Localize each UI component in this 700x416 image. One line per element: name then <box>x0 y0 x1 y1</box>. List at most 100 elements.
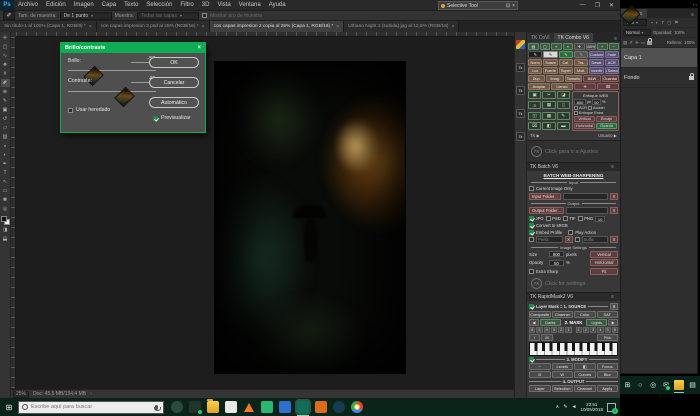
eyedropper-tool-icon[interactable]: ✐ <box>3 11 15 20</box>
layer-op-button[interactable]: ▩ <box>542 112 555 120</box>
tool-button[interactable]: ▭ <box>1 187 10 195</box>
zone-button[interactable]: 6 <box>529 327 535 333</box>
combo-button[interactable]: Fade <box>605 51 619 58</box>
combo-button[interactable]: Acoplar <box>528 83 550 90</box>
cancel-button[interactable]: Cancelar <box>149 77 199 88</box>
combo-button[interactable]: Fuerte <box>543 67 557 74</box>
lock-all-icon[interactable] <box>647 41 652 45</box>
menu-item[interactable]: Imagen <box>70 0 98 10</box>
modify-button[interactable]: Curves <box>574 371 596 378</box>
format-checkbox[interactable] <box>529 216 534 221</box>
combo-button[interactable]: Suave <box>543 59 557 66</box>
menu-item[interactable]: Archivo <box>14 0 42 10</box>
jpg-quality-field[interactable]: 10 <box>595 216 605 222</box>
notification-center-icon[interactable]: 1 <box>607 403 616 412</box>
clear-prefix-button[interactable]: X <box>565 236 573 243</box>
taskbar-app-icon[interactable] <box>297 401 309 413</box>
vertical-button[interactable]: Vertical <box>590 251 618 258</box>
format-checkbox[interactable] <box>578 216 583 221</box>
tool-button[interactable]: ✒ <box>1 160 10 168</box>
tool-button[interactable]: ✐ <box>1 79 10 87</box>
layer-op-button[interactable]: ≡ <box>528 101 541 109</box>
tool-button[interactable]: ↺ <box>1 115 10 123</box>
screen-mode-button[interactable]: ⬓ <box>1 235 10 243</box>
opacity-value[interactable]: 100% <box>674 30 685 35</box>
tk-panel-icon[interactable]: Tk <box>516 86 525 95</box>
horizontal-button[interactable]: Horizontal <box>574 123 595 129</box>
tool-button[interactable]: ✎ <box>1 97 10 105</box>
zone-button[interactable]: 5 <box>605 327 611 333</box>
tab-tk-combo[interactable]: TK Combo V6 <box>554 33 593 42</box>
fit-button[interactable]: Fit <box>590 268 618 275</box>
taskbar-icon[interactable]: ✉ <box>662 379 671 391</box>
lock-option-icon[interactable]: ▭ <box>641 40 645 46</box>
combo-button[interactable]: Dup. <box>528 75 545 82</box>
modify-button[interactable]: B <box>529 371 551 378</box>
lights-button[interactable]: Lights <box>586 319 607 326</box>
hidden-icons-chevron[interactable]: ∧ <box>556 404 560 410</box>
lock-option-icon[interactable]: ✛ <box>635 40 639 46</box>
save-button[interactable]: Guarda <box>596 123 617 129</box>
foreground-color-swatch[interactable] <box>1 216 7 222</box>
combo-button[interactable]: Guardar <box>602 75 619 82</box>
panel-menu-icon[interactable]: ≡ <box>608 164 617 170</box>
clock[interactable]: 23:51 10/05/2018 <box>580 402 603 412</box>
lock-option-icon[interactable]: ▨ <box>623 40 627 46</box>
zone-button[interactable]: 6 <box>612 327 618 333</box>
tool-button[interactable]: ❖ <box>1 61 10 69</box>
taskbar-app-icon[interactable] <box>207 401 219 413</box>
combo-button[interactable]: Imag. <box>546 75 563 82</box>
zone-button[interactable]: 5 <box>536 327 542 333</box>
extra-sharp-checkbox[interactable] <box>529 269 534 274</box>
start-button[interactable]: ⊞ <box>0 398 18 416</box>
microphone-icon[interactable] <box>155 405 158 410</box>
preview-checkbox[interactable] <box>153 116 158 121</box>
taskbar-icon[interactable]: ○ <box>636 379 645 391</box>
close-icon[interactable]: × <box>197 45 201 51</box>
tool-button[interactable]: ↖ <box>1 178 10 186</box>
output-folder-button[interactable]: Output Folder... <box>529 207 564 214</box>
output-button[interactable]: Selection <box>552 385 574 392</box>
modify-button[interactable]: W <box>552 371 574 378</box>
layer-op-button[interactable]: ▦ <box>542 101 555 109</box>
combo-button[interactable]: ✎ <box>528 51 542 58</box>
zone-button[interactable]: 3 <box>590 327 596 333</box>
clear-input-button[interactable]: X <box>610 193 618 200</box>
combo-button[interactable]: « <box>551 43 562 50</box>
go-to-adjustments-bar[interactable]: TK Click para ir a Ajustes <box>527 140 620 162</box>
canvas-photo[interactable] <box>215 62 405 373</box>
tool-button[interactable]: T <box>1 169 10 177</box>
suffix-checkbox[interactable] <box>575 237 580 242</box>
tool-button[interactable]: ∿ <box>1 52 10 60</box>
combo-button[interactable]: ⌧ <box>597 83 619 90</box>
close-button[interactable]: ✕ <box>609 2 614 9</box>
clear-suffix-button[interactable]: X <box>610 236 618 243</box>
taskbar-app-icon[interactable] <box>261 401 273 413</box>
convert-srgb-checkbox[interactable] <box>529 223 534 228</box>
document-tab[interactable]: con capas impresion 2 copia al 25% (Capa… <box>210 21 345 32</box>
luminosity-piano[interactable] <box>529 342 618 356</box>
combo-button[interactable]: − <box>609 43 620 50</box>
combo-button[interactable]: Cal. <box>559 59 573 66</box>
taskbar-icon[interactable]: ▤ <box>688 379 697 391</box>
horizontal-button[interactable]: Horizontal <box>590 259 618 266</box>
taskbar-app-icon[interactable] <box>189 401 201 413</box>
taskbar-icon[interactable] <box>674 380 684 390</box>
combo-button[interactable]: Invertir <box>589 67 603 74</box>
modify-button[interactable]: ◧ <box>574 363 596 370</box>
output-button[interactable]: Channel <box>574 385 596 392</box>
combo-button[interactable]: Lienzo <box>551 83 573 90</box>
layer-mask-checkbox[interactable] <box>529 304 534 309</box>
batch-settings-bar[interactable]: TK Click for settings <box>529 276 618 291</box>
show-sample-ring-checkbox[interactable] <box>202 13 207 18</box>
document-tab[interactable]: Sin título-1 al 100% (Capa 1, RGB/8) * × <box>0 21 97 32</box>
menu-item[interactable]: Filtro <box>176 0 197 10</box>
fit-button[interactable]: Encaje <box>596 116 617 122</box>
combo-button[interactable]: ✎ <box>559 51 573 58</box>
sample-layers-dropdown[interactable]: Todas las capas ▾ <box>137 12 199 20</box>
layer-op-button[interactable]: ◪ <box>557 91 570 99</box>
combo-button[interactable]: 100% <box>586 43 597 50</box>
size-field[interactable]: 800 <box>549 251 564 257</box>
combo-button[interactable]: Tamaño <box>565 75 582 82</box>
combo-button[interactable]: Desat <box>589 59 603 66</box>
